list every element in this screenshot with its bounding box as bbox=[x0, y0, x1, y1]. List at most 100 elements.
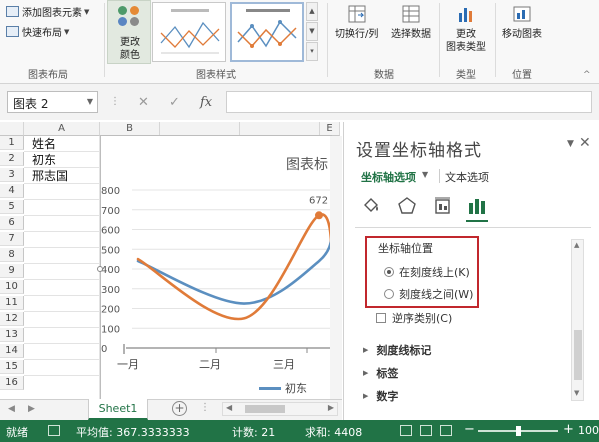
zoom-slider-knob[interactable] bbox=[516, 426, 521, 436]
pane-options-icon[interactable]: ▼ bbox=[567, 139, 574, 149]
scroll-up-icon[interactable]: ▲ bbox=[574, 241, 579, 249]
row-header[interactable]: 3 bbox=[0, 168, 24, 182]
row-header[interactable]: 13 bbox=[0, 328, 24, 342]
radio-selected[interactable] bbox=[384, 267, 394, 277]
horizontal-scrollbar[interactable]: ◀ ▶ bbox=[222, 402, 338, 416]
group-divider bbox=[495, 3, 496, 77]
chart-title[interactable]: 图表标 bbox=[286, 154, 328, 174]
add-chart-element-button[interactable]: 添加图表元素 ▼ bbox=[6, 4, 89, 19]
split-grip-icon[interactable]: ⋮ bbox=[200, 402, 210, 413]
collapse-ribbon-icon[interactable]: ^ bbox=[583, 70, 591, 80]
column-header-c[interactable] bbox=[160, 122, 240, 136]
effects-icon[interactable] bbox=[396, 195, 418, 217]
group-divider bbox=[327, 3, 328, 77]
scroll-thumb[interactable] bbox=[245, 405, 285, 413]
radio-unselected[interactable] bbox=[384, 289, 394, 299]
zoom-level[interactable]: 100% bbox=[578, 424, 599, 437]
zoom-in-icon[interactable]: + bbox=[563, 422, 574, 437]
quick-layout-button[interactable]: 快速布局 ▼ bbox=[6, 24, 69, 39]
checkbox[interactable] bbox=[376, 313, 386, 323]
chart-layouts-group-label: 图表布局 bbox=[28, 70, 68, 81]
page-break-view-icon[interactable] bbox=[440, 425, 452, 436]
row-header[interactable]: 4 bbox=[0, 184, 24, 198]
normal-view-icon[interactable] bbox=[400, 425, 412, 436]
cell-a1[interactable]: 姓名 bbox=[32, 137, 56, 151]
row-header[interactable]: 10 bbox=[0, 280, 24, 294]
row-header[interactable]: 11 bbox=[0, 296, 24, 310]
y-tick-label: 300 bbox=[101, 285, 120, 296]
insert-function-icon[interactable]: fx bbox=[200, 95, 212, 110]
row-header[interactable]: 16 bbox=[0, 376, 24, 390]
add-chart-element-label: 添加图表元素 bbox=[22, 8, 82, 19]
cell-a3[interactable]: 邢志国 bbox=[32, 169, 68, 183]
zoom-out-icon[interactable]: − bbox=[464, 422, 475, 437]
chart-style-2[interactable] bbox=[230, 2, 304, 62]
tab-axis-options[interactable]: 坐标轴选项 bbox=[361, 169, 416, 185]
on-tick-marks-option[interactable]: 在刻度线上(K) bbox=[384, 264, 470, 280]
close-icon[interactable]: ✕ bbox=[579, 135, 591, 151]
categories-reverse-option[interactable]: 逆序类别(C) bbox=[376, 310, 452, 326]
move-chart-button[interactable]: 移动图表 bbox=[502, 3, 542, 41]
section-number[interactable]: ▶ 数字 bbox=[363, 388, 398, 404]
row-header[interactable]: 12 bbox=[0, 312, 24, 326]
gallery-more[interactable]: ▾ bbox=[306, 42, 318, 61]
cell-a2[interactable]: 初东 bbox=[32, 153, 56, 167]
formula-input[interactable] bbox=[226, 91, 592, 113]
prev-sheet-icon[interactable]: ◀ bbox=[8, 404, 15, 414]
row-header[interactable]: 14 bbox=[0, 344, 24, 358]
macro-record-icon[interactable] bbox=[48, 425, 60, 436]
chart-style-1[interactable] bbox=[152, 2, 226, 62]
change-colors-button[interactable]: 更改 颜色 bbox=[107, 0, 151, 64]
name-box[interactable]: 图表 2 ▼ bbox=[7, 91, 98, 113]
chart-style-preview bbox=[160, 9, 220, 54]
add-sheet-icon[interactable]: + bbox=[172, 401, 187, 416]
chart-legend[interactable]: 初东 bbox=[259, 380, 307, 396]
row-header[interactable]: 2 bbox=[0, 152, 24, 166]
row-header[interactable]: 1 bbox=[0, 136, 24, 150]
column-header-b[interactable]: B bbox=[100, 122, 160, 136]
scroll-right-icon[interactable]: ▶ bbox=[328, 403, 334, 412]
section-labels[interactable]: ▶ 标签 bbox=[363, 365, 398, 381]
between-tick-marks-option[interactable]: 刻度线之间(W) bbox=[384, 286, 473, 302]
x-tick-label: 三月 bbox=[273, 358, 295, 371]
change-chart-type-button[interactable]: 更改 图表类型 bbox=[446, 3, 486, 54]
cancel-icon[interactable]: ✕ bbox=[138, 95, 149, 110]
column-header-a[interactable]: A bbox=[24, 122, 100, 136]
sheet-tab-sheet1[interactable]: Sheet1 bbox=[88, 399, 148, 420]
vertical-scrollbar[interactable] bbox=[330, 136, 342, 401]
column-header-e[interactable]: E bbox=[320, 122, 340, 136]
change-chart-type-label-2: 图表类型 bbox=[446, 42, 486, 53]
change-chart-type-label-1: 更改 bbox=[456, 29, 476, 40]
page-layout-view-icon[interactable] bbox=[420, 425, 432, 436]
section-tick-marks[interactable]: ▶ 刻度线标记 bbox=[363, 342, 431, 358]
switch-row-column-button[interactable]: 切换行/列 bbox=[335, 3, 378, 41]
row-header[interactable]: 5 bbox=[0, 200, 24, 214]
axis-options-icon[interactable] bbox=[466, 195, 488, 217]
row-header[interactable]: 8 bbox=[0, 248, 24, 262]
pane-scrollbar[interactable]: ▲ ▼ bbox=[571, 239, 584, 401]
size-properties-icon[interactable] bbox=[431, 195, 453, 217]
enter-icon[interactable]: ✓ bbox=[169, 95, 180, 110]
chevron-down-icon[interactable]: ▼ bbox=[422, 170, 428, 179]
scroll-down-icon[interactable]: ▼ bbox=[574, 389, 579, 397]
scroll-thumb[interactable] bbox=[574, 330, 582, 380]
fill-line-icon[interactable] bbox=[360, 195, 382, 217]
next-sheet-icon[interactable]: ▶ bbox=[28, 404, 35, 414]
group-divider bbox=[439, 3, 440, 77]
row-header[interactable]: 6 bbox=[0, 216, 24, 230]
gallery-scroll-up[interactable]: ▲ bbox=[306, 2, 318, 21]
tab-text-options[interactable]: 文本选项 bbox=[445, 169, 489, 185]
chart-object[interactable]: 0 100 200 300 400 500 600 700 800 一月 二月 三月 672 图表标… bbox=[100, 135, 333, 404]
resize-handle[interactable] bbox=[97, 266, 103, 272]
row-header[interactable]: 15 bbox=[0, 360, 24, 374]
row-header[interactable]: 7 bbox=[0, 232, 24, 246]
expand-icon: ▶ bbox=[363, 369, 369, 377]
select-all-corner[interactable] bbox=[0, 122, 24, 136]
change-chart-type-icon bbox=[455, 3, 477, 25]
scroll-left-icon[interactable]: ◀ bbox=[226, 403, 232, 412]
row-header[interactable]: 9 bbox=[0, 264, 24, 278]
select-data-button[interactable]: 选择数据 bbox=[391, 3, 431, 41]
series-line bbox=[136, 228, 333, 305]
gallery-scroll-down[interactable]: ▼ bbox=[306, 22, 318, 41]
column-header-d[interactable] bbox=[240, 122, 320, 136]
